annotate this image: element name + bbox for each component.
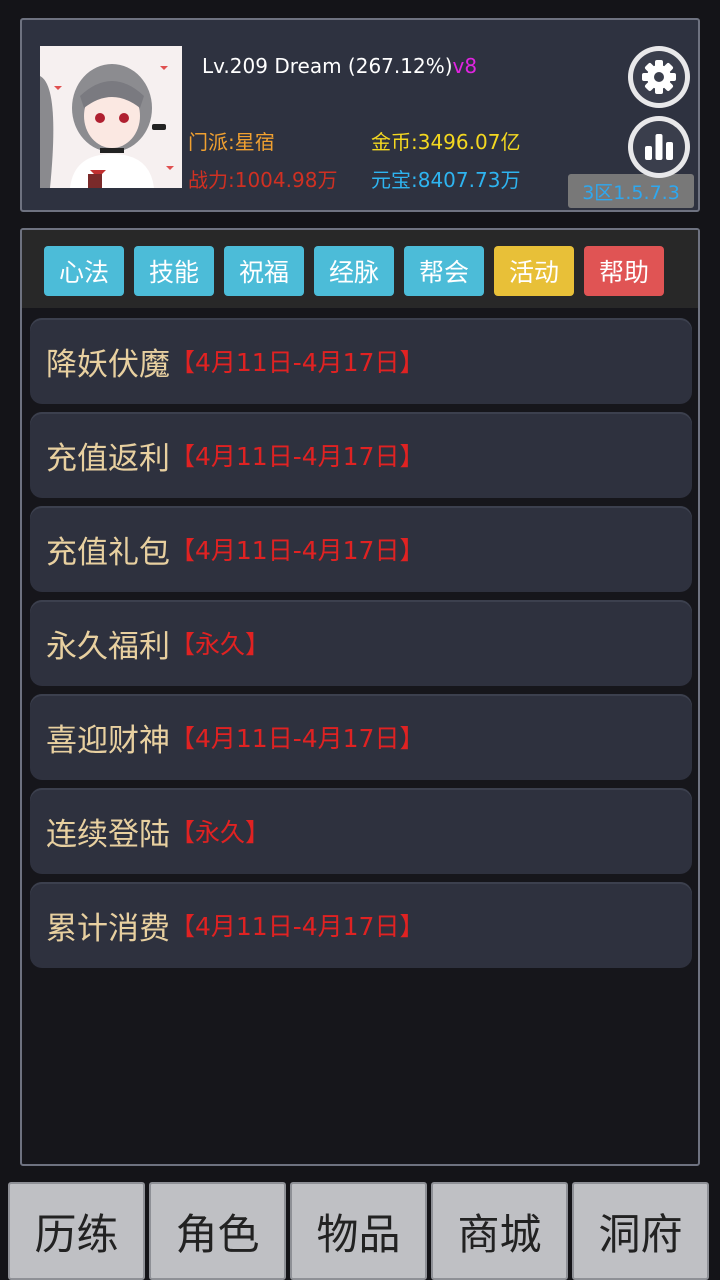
tab-meridians[interactable]: 经脉 bbox=[314, 246, 394, 296]
event-date: 【4月11日-4月17日】 bbox=[170, 724, 425, 753]
avatar[interactable] bbox=[40, 46, 182, 188]
event-date: 【4月11日-4月17日】 bbox=[170, 912, 425, 941]
event-item[interactable]: 连续登陆 【永久】 bbox=[30, 788, 692, 874]
power-stat: 战力:1004.98万 bbox=[188, 168, 338, 192]
nav-character[interactable]: 角色 bbox=[149, 1182, 286, 1280]
tab-blessing[interactable]: 祝福 bbox=[224, 246, 304, 296]
tab-bar: 心法 技能 祝福 经脉 帮会 活动 帮助 bbox=[22, 230, 698, 308]
settings-button[interactable] bbox=[628, 46, 690, 108]
event-name: 充值礼包 bbox=[46, 534, 170, 571]
event-item[interactable]: 累计消费 【4月11日-4月17日】 bbox=[30, 882, 692, 968]
stats-button[interactable] bbox=[628, 116, 690, 178]
server-version-badge: 3区1.5.7.3 bbox=[568, 174, 694, 208]
event-name: 永久福利 bbox=[46, 628, 170, 665]
tab-help[interactable]: 帮助 bbox=[584, 246, 664, 296]
event-name: 累计消费 bbox=[46, 910, 170, 947]
bottom-nav: 历练 角色 物品 商城 洞府 bbox=[8, 1182, 712, 1280]
event-item[interactable]: 喜迎财神 【4月11日-4月17日】 bbox=[30, 694, 692, 780]
tab-xinfa[interactable]: 心法 bbox=[44, 246, 124, 296]
event-date: 【永久】 bbox=[170, 818, 271, 847]
event-item[interactable]: 永久福利 【永久】 bbox=[30, 600, 692, 686]
event-list: 降妖伏魔 【4月11日-4月17日】 充值返利 【4月11日-4月17日】 充值… bbox=[30, 318, 692, 976]
nav-shop[interactable]: 商城 bbox=[431, 1182, 568, 1280]
bar-chart-icon bbox=[633, 121, 685, 173]
player-name: Dream bbox=[274, 54, 342, 78]
tab-events[interactable]: 活动 bbox=[494, 246, 574, 296]
event-item[interactable]: 降妖伏魔 【4月11日-4月17日】 bbox=[30, 318, 692, 404]
event-date: 【永久】 bbox=[170, 630, 271, 659]
nav-training[interactable]: 历练 bbox=[8, 1182, 145, 1280]
gear-icon bbox=[633, 51, 685, 103]
ingot-stat: 元宝:8407.73万 bbox=[371, 168, 521, 192]
player-header: Lv.209 Dream (267.12%)v8 门派:星宿 战力:1004.9… bbox=[20, 18, 700, 212]
event-item[interactable]: 充值返利 【4月11日-4月17日】 bbox=[30, 412, 692, 498]
event-name: 喜迎财神 bbox=[46, 722, 170, 759]
vip-level: v8 bbox=[452, 54, 478, 78]
event-name: 充值返利 bbox=[46, 440, 170, 477]
nav-items[interactable]: 物品 bbox=[290, 1182, 427, 1280]
sect-stat: 门派:星宿 bbox=[188, 130, 275, 154]
tab-skills[interactable]: 技能 bbox=[134, 246, 214, 296]
event-date: 【4月11日-4月17日】 bbox=[170, 348, 425, 377]
player-level: Lv.209 bbox=[202, 54, 268, 78]
avatar-image bbox=[40, 46, 182, 188]
event-date: 【4月11日-4月17日】 bbox=[170, 536, 425, 565]
gold-stat: 金币:3496.07亿 bbox=[371, 130, 521, 154]
event-name: 连续登陆 bbox=[46, 816, 170, 853]
player-info-line: Lv.209 Dream (267.12%)v8 bbox=[202, 54, 477, 78]
player-exp: (267.12%) bbox=[347, 54, 453, 78]
main-panel: 心法 技能 祝福 经脉 帮会 活动 帮助 降妖伏魔 【4月11日-4月17日】 … bbox=[20, 228, 700, 1166]
tab-guild[interactable]: 帮会 bbox=[404, 246, 484, 296]
event-date: 【4月11日-4月17日】 bbox=[170, 442, 425, 471]
nav-cave[interactable]: 洞府 bbox=[572, 1182, 709, 1280]
event-item[interactable]: 充值礼包 【4月11日-4月17日】 bbox=[30, 506, 692, 592]
event-name: 降妖伏魔 bbox=[46, 346, 170, 383]
